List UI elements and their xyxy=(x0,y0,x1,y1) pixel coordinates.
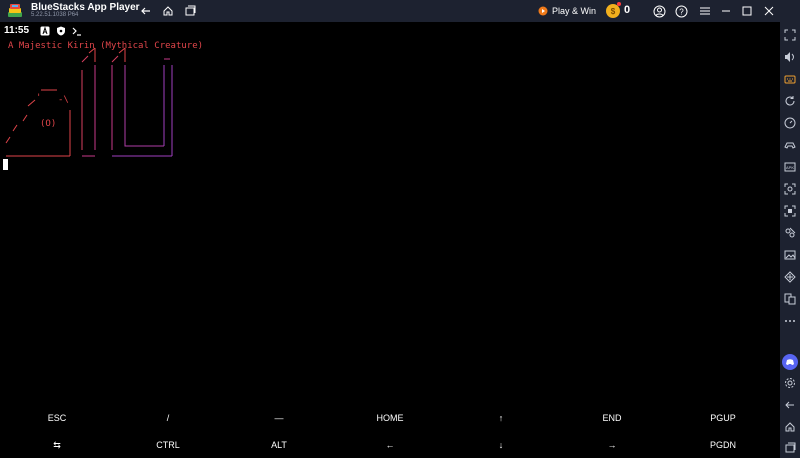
key-ctrl[interactable]: CTRL xyxy=(113,432,223,458)
more-icon[interactable] xyxy=(783,314,797,328)
expand-icon[interactable] xyxy=(783,28,797,42)
svg-text:-\: -\ xyxy=(58,95,69,105)
key-left[interactable]: ← xyxy=(335,432,445,458)
svg-text:APK: APK xyxy=(786,165,794,170)
play-win-button[interactable]: Play & Win xyxy=(538,3,596,19)
back-icon[interactable] xyxy=(783,398,797,412)
close-icon[interactable] xyxy=(761,3,777,19)
shield-notification-icon xyxy=(57,26,65,36)
bluestacks-logo xyxy=(8,4,22,17)
notification-dot xyxy=(617,2,621,6)
minimize-icon[interactable] xyxy=(718,3,734,19)
terminal-cursor xyxy=(3,159,8,170)
menu-icon[interactable] xyxy=(697,3,713,19)
extra-keys-bar: ESC / — HOME ↑ END PGUP ⇆ CTRL ALT ← ↓ →… xyxy=(0,405,780,458)
kirin-ascii-art: ' -\ (O) xyxy=(5,47,173,157)
speed-icon[interactable] xyxy=(783,116,797,130)
right-toolbar: APK xyxy=(780,22,800,458)
key-slash[interactable]: / xyxy=(113,405,223,431)
play-win-icon xyxy=(538,6,548,16)
key-home[interactable]: HOME xyxy=(335,405,445,431)
keyboard-controls-icon[interactable] xyxy=(783,72,797,86)
home-icon[interactable] xyxy=(160,3,176,19)
apk-icon[interactable]: APK xyxy=(783,160,797,174)
coin-icon[interactable]: $ xyxy=(606,4,620,18)
key-down[interactable]: ↓ xyxy=(446,432,556,458)
media-folder-icon[interactable] xyxy=(783,248,797,262)
account-icon[interactable] xyxy=(651,3,667,19)
rotate-icon[interactable] xyxy=(783,94,797,108)
key-pgdn[interactable]: PGDN xyxy=(668,432,778,458)
recent-apps-icon[interactable] xyxy=(783,441,797,455)
key-right[interactable]: → xyxy=(557,432,667,458)
discord-icon[interactable] xyxy=(782,354,798,370)
key-pgup[interactable]: PGUP xyxy=(668,405,778,431)
terminal-prompt-icon xyxy=(72,27,81,36)
a-notification-icon xyxy=(40,26,50,36)
app-version: 5.22.51.1038 P64 xyxy=(31,12,79,18)
svg-text:': ' xyxy=(36,93,41,103)
volume-icon[interactable] xyxy=(783,50,797,64)
key-tab[interactable]: ⇆ xyxy=(2,432,112,458)
settings-icon[interactable] xyxy=(783,376,797,390)
svg-text:(O): (O) xyxy=(40,119,56,129)
android-status-bar: 11:55 xyxy=(0,22,780,40)
help-icon[interactable]: ? xyxy=(673,3,689,19)
terminal-screen[interactable]: A Majestic Kirin (Mythical Creature) ' -… xyxy=(0,40,780,400)
coin-count: 0 xyxy=(624,4,631,16)
title-bar: BlueStacks App Player 5.22.51.1038 P64 P… xyxy=(0,0,800,22)
home-icon[interactable] xyxy=(783,420,797,434)
status-clock: 11:55 xyxy=(4,25,30,36)
key-esc[interactable]: ESC xyxy=(2,405,112,431)
location-icon[interactable] xyxy=(783,270,797,284)
gamepad-icon[interactable] xyxy=(783,138,797,152)
key-end[interactable]: END xyxy=(557,405,667,431)
key-dash[interactable]: — xyxy=(224,405,334,431)
key-alt[interactable]: ALT xyxy=(224,432,334,458)
screenshot-icon[interactable] xyxy=(783,182,797,196)
multitask-icon[interactable] xyxy=(182,3,198,19)
svg-text:?: ? xyxy=(679,7,684,16)
play-win-label: Play & Win xyxy=(552,6,597,16)
back-icon[interactable] xyxy=(138,3,154,19)
maximize-icon[interactable] xyxy=(739,3,755,19)
multi-instance-icon[interactable] xyxy=(783,292,797,306)
record-icon[interactable] xyxy=(783,204,797,218)
macro-icon[interactable] xyxy=(783,226,797,240)
key-up[interactable]: ↑ xyxy=(446,405,556,431)
